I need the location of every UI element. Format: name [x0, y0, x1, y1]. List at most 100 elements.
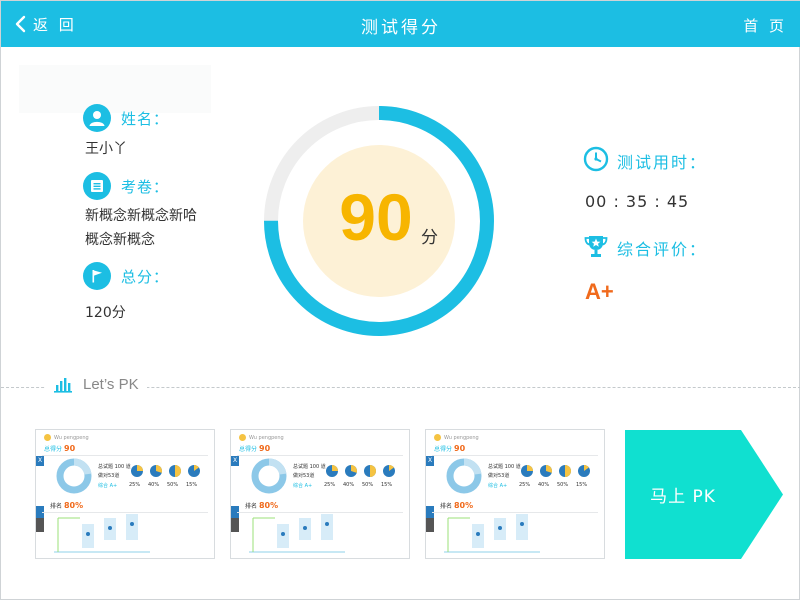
card-rank-value: 80% — [453, 501, 474, 510]
card-stat-grade: 综合 A+ — [98, 483, 118, 489]
card-pie — [578, 464, 590, 477]
card-percent: 25% — [324, 482, 336, 488]
total-value: 120分 — [85, 305, 126, 321]
card-pie — [364, 465, 376, 477]
card-percent: 50% — [557, 482, 569, 488]
card-user-name: Wu pengpeng — [54, 434, 89, 441]
card-total-value: 90 — [454, 444, 466, 453]
card-percent: 25% — [519, 482, 531, 488]
name-label: 姓名： — [121, 109, 170, 128]
card-user: Wu pengpeng — [434, 434, 479, 441]
card-total: 总得分 90 — [44, 444, 75, 453]
card-side-tab — [36, 518, 44, 532]
card-pie — [150, 465, 163, 477]
card-divider — [432, 512, 598, 513]
paper-row: 考卷： — [83, 172, 169, 200]
card-pie — [345, 465, 358, 477]
card-pie — [131, 465, 143, 477]
flag-icon — [83, 262, 111, 290]
name-row: 姓名： — [83, 104, 169, 132]
card-percent: 40% — [148, 482, 160, 488]
card-pie — [169, 465, 181, 477]
card-rank-chart — [444, 514, 540, 553]
score-unit: 分 — [421, 228, 438, 248]
card-percent: 50% — [167, 482, 179, 488]
card-percent: 25% — [129, 482, 141, 488]
card-pie — [521, 465, 533, 477]
name-value: 王小丫 — [85, 141, 127, 157]
card-user-name: Wu pengpeng — [444, 434, 479, 441]
close-icon: X — [231, 456, 239, 466]
card-rank-label: 排名 — [440, 503, 453, 510]
pk-section-heading: Let’s PK — [45, 376, 147, 393]
card-rank: 排名 80% — [245, 501, 278, 510]
pk-card-2[interactable]: Wu pengpeng 总得分 90 X 总试题 100 道 做对53道 综合 A… — [230, 429, 410, 559]
total-label: 总分： — [121, 267, 170, 286]
card-total-value: 90 — [64, 444, 76, 453]
page-title: 测试得分 — [361, 18, 441, 38]
card-total-value: 90 — [259, 444, 271, 453]
card-divider — [432, 455, 598, 456]
paper-value-line2: 概念新概念 — [85, 232, 155, 248]
card-percent: 50% — [362, 482, 374, 488]
top-bar: 返 回 测试得分 首 页 — [1, 1, 800, 47]
bar-chart-icon — [54, 377, 72, 393]
close-icon: X — [36, 456, 44, 466]
card-percent: 40% — [343, 482, 355, 488]
app-frame: 返 回 测试得分 首 页 姓名： 王小丫 考卷： 新概念新概念新哈 概念新概念 — [0, 0, 800, 600]
card-total-label: 总得分 — [239, 446, 258, 453]
card-percent: 15% — [381, 482, 393, 488]
grade-label: 综合评价： — [617, 240, 708, 259]
pk-now-button[interactable] — [625, 430, 783, 559]
card-divider — [237, 455, 403, 456]
card-rank-chart — [54, 514, 150, 553]
card-side-tab — [231, 518, 239, 532]
card-rank-value: 80% — [258, 501, 279, 510]
user-icon — [83, 104, 111, 132]
paper-value-line1: 新概念新概念新哈 — [85, 208, 197, 224]
card-total: 总得分 90 — [239, 444, 270, 453]
card-rank-label: 排名 — [245, 503, 258, 510]
card-pie — [383, 464, 395, 477]
pk-card-1[interactable]: Wu pengpeng 总得分 90 X 总试题 100 道 做对53道 综合 A… — [35, 429, 215, 559]
card-side-tab — [426, 518, 434, 532]
card-rank-value: 80% — [63, 501, 84, 510]
avatar — [44, 434, 51, 441]
card-percent: 15% — [576, 482, 588, 488]
time-label: 测试用时： — [617, 153, 708, 172]
card-stat-total-questions: 总试题 100 道 — [488, 464, 521, 470]
close-icon: X — [426, 456, 434, 466]
card-pie — [188, 464, 200, 477]
card-stat-total-questions: 总试题 100 道 — [98, 464, 131, 470]
card-donut — [251, 458, 287, 494]
card-pie — [540, 465, 553, 477]
avatar — [239, 434, 246, 441]
card-total: 总得分 90 — [434, 444, 465, 453]
card-stat-correct: 做对53道 — [98, 473, 120, 479]
card-rank-chart — [249, 514, 345, 553]
document-icon — [83, 172, 111, 200]
card-rank: 排名 80% — [50, 501, 83, 510]
trophy-icon — [584, 236, 608, 257]
card-percent: 40% — [538, 482, 550, 488]
score-value: 90 — [339, 180, 413, 254]
card-rank: 排名 80% — [440, 501, 473, 510]
card-divider — [237, 512, 403, 513]
card-divider — [42, 512, 208, 513]
card-stat-total-questions: 总试题 100 道 — [293, 464, 326, 470]
card-total-label: 总得分 — [44, 446, 63, 453]
paper-label: 考卷： — [121, 177, 170, 196]
home-button[interactable]: 首 页 — [743, 15, 787, 36]
card-user: Wu pengpeng — [239, 434, 284, 441]
card-total-label: 总得分 — [434, 446, 453, 453]
card-user: Wu pengpeng — [44, 434, 89, 441]
card-pie — [559, 465, 571, 477]
card-stat-correct: 做对53道 — [488, 473, 510, 479]
grade-value: A+ — [585, 279, 614, 304]
card-stat-grade: 综合 A+ — [488, 483, 508, 489]
card-divider — [42, 455, 208, 456]
total-row: 总分： — [83, 262, 169, 290]
card-donut — [56, 458, 92, 494]
pk-card-3[interactable]: Wu pengpeng 总得分 90 X 总试题 100 道 做对53道 综合 A… — [425, 429, 605, 559]
card-donut — [446, 458, 482, 494]
